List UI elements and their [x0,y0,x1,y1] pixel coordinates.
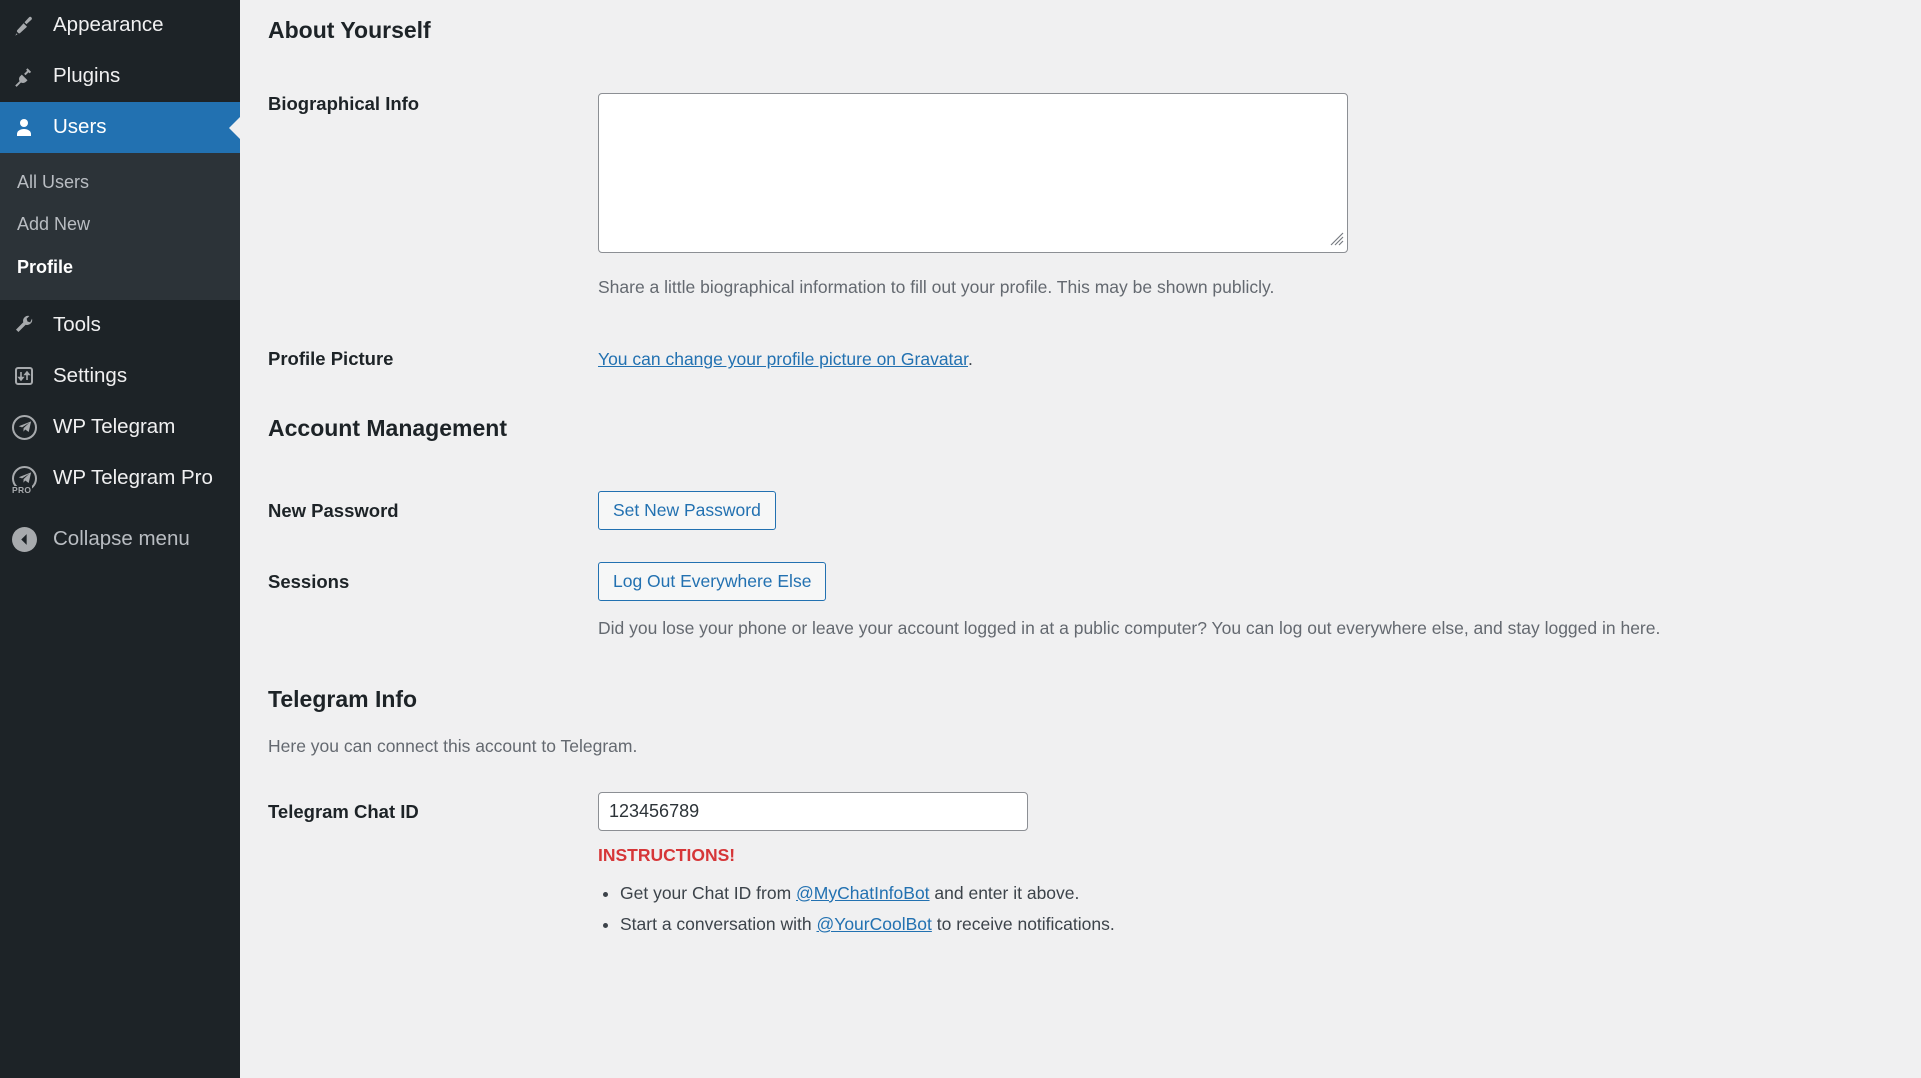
biographical-info-label: Biographical Info [268,93,420,114]
sidebar-item-all-users[interactable]: All Users [0,161,240,203]
sidebar-item-label: Users [53,115,107,139]
yourcoolbot-link[interactable]: @YourCoolBot [816,914,931,934]
gravatar-link-suffix: . [968,349,973,370]
collapse-menu-label: Collapse menu [53,527,190,551]
sidebar-item-appearance[interactable]: Appearance [0,0,240,51]
instruction-prefix: Get your Chat ID from [620,882,797,903]
log-out-everywhere-button[interactable]: Log Out Everywhere Else [598,562,827,602]
users-submenu: All Users Add New Profile [0,153,240,300]
about-yourself-heading: About Yourself [268,17,431,43]
list-item: Get your Chat ID from @MyChatInfoBot and… [620,878,1921,909]
telegram-chat-id-row: Telegram Chat ID INSTRUCTIONS! Get your … [268,791,1921,940]
telegram-icon [12,414,48,440]
collapse-arrow-icon [12,526,48,552]
account-management-heading: Account Management [268,415,507,442]
mychatinfobot-link[interactable]: @MyChatInfoBot [796,883,930,903]
sidebar-item-label: Settings [53,364,128,388]
sidebar-item-label: WP Telegram Pro [53,466,213,490]
instruction-suffix: to receive notifications. [931,913,1115,934]
telegram-chat-id-input[interactable] [598,791,1028,831]
new-password-field: Set New Password [598,491,1921,531]
biographical-info-row: Biographical Info Share a little biograp… [268,93,1921,300]
set-new-password-button[interactable]: Set New Password [598,491,776,531]
paintbrush-icon [12,14,48,38]
sessions-description: Did you lose your phone or leave your ac… [598,618,1661,639]
biographical-info-field: Share a little biographical information … [598,93,1921,300]
list-item: Start a conversation with @YourCoolBot t… [620,909,1921,940]
biographical-info-textarea[interactable] [598,93,1348,253]
sidebar-item-label: WP Telegram [53,415,176,439]
user-icon [12,116,48,140]
pro-badge: PRO [11,485,33,496]
sessions-field: Log Out Everywhere Else Did you lose you… [598,562,1921,641]
sidebar-item-profile[interactable]: Profile [0,246,240,288]
profile-content: About Yourself Biographical Info Share a… [240,0,1921,1078]
sessions-label: Sessions [268,571,350,593]
profile-picture-field: You can change your profile picture on G… [598,348,1921,370]
new-password-label: New Password [268,500,399,522]
gravatar-link[interactable]: You can change your profile picture on G… [598,349,968,369]
sidebar-item-add-new[interactable]: Add New [0,203,240,245]
sidebar-item-label: Tools [53,313,101,337]
sidebar-item-plugins[interactable]: Plugins [0,51,240,102]
sidebar-item-wp-telegram-pro[interactable]: PRO WP Telegram Pro [0,453,240,504]
sidebar-item-tools[interactable]: Tools [0,300,240,351]
sidebar-item-settings[interactable]: Settings [0,351,240,402]
wrench-icon [12,313,48,337]
instruction-suffix: and enter it above. [929,882,1080,903]
telegram-chat-id-label: Telegram Chat ID [268,800,419,822]
admin-screen: Appearance Plugins Users All Users Add N… [0,0,1921,1078]
new-password-row: New Password Set New Password [268,491,1921,531]
sidebar-item-wp-telegram[interactable]: WP Telegram [0,402,240,453]
telegram-info-description: Here you can connect this account to Tel… [268,735,638,756]
profile-picture-label: Profile Picture [268,348,394,370]
telegram-pro-icon: PRO [11,465,48,495]
instructions-title: INSTRUCTIONS! [598,844,736,865]
plug-icon [12,65,48,89]
sidebar-item-label: Appearance [53,13,164,37]
collapse-menu-button[interactable]: Collapse menu [0,514,240,565]
admin-sidebar: Appearance Plugins Users All Users Add N… [0,0,240,1078]
instruction-prefix: Start a conversation with [620,913,817,934]
instructions-list: Get your Chat ID from @MyChatInfoBot and… [598,878,1921,940]
telegram-chat-id-field: INSTRUCTIONS! Get your Chat ID from @MyC… [598,791,1921,940]
biographical-info-description: Share a little biographical information … [598,277,1275,297]
sidebar-item-users[interactable]: Users [0,102,240,153]
sidebar-item-label: Plugins [53,64,121,88]
sliders-icon [12,364,48,388]
sessions-row: Sessions Log Out Everywhere Else Did you… [268,562,1921,641]
telegram-info-heading: Telegram Info [268,685,418,712]
profile-picture-row: Profile Picture You can change your prof… [268,348,1921,370]
